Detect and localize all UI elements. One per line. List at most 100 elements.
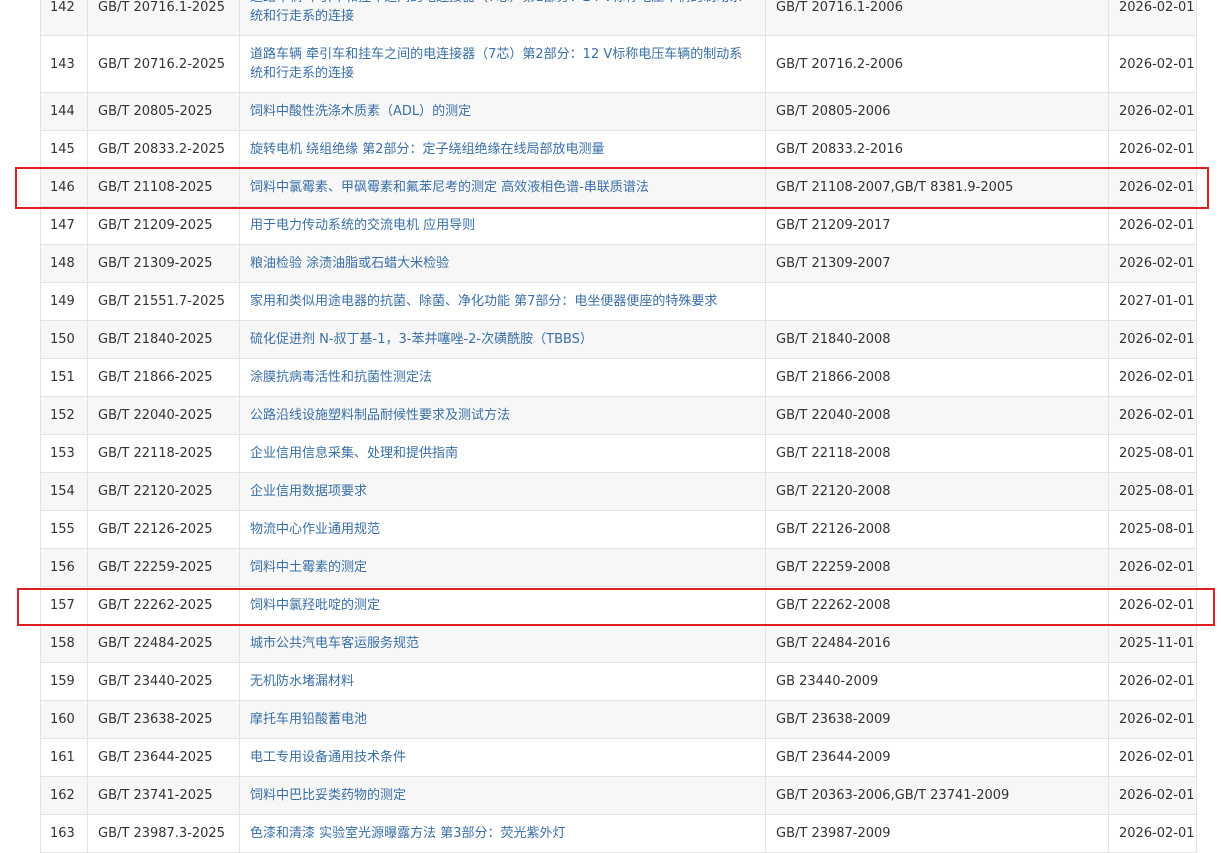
row-number-cell: 148 xyxy=(40,244,88,283)
table-row: 156 GB/T 22259-2025 饲料中土霉素的测定 GB/T 22259-20… xyxy=(40,548,1197,587)
row-number-cell: 145 xyxy=(40,130,88,169)
row-number-cell: 159 xyxy=(40,662,88,701)
row-number-cell: 156 xyxy=(40,548,88,587)
effective-date-cell: 2026-02-01 xyxy=(1108,662,1197,701)
standard-name-link[interactable]: 道路车辆 牵引车和挂车之间的电连接器（7芯）第2部分：12 V标称电压车辆的制动… xyxy=(239,35,766,93)
standard-code-cell: GB/T 21551.7-2025 xyxy=(87,282,240,321)
effective-date-cell: 2027-01-01 xyxy=(1108,282,1197,321)
standard-name-link[interactable]: 饲料中土霉素的测定 xyxy=(239,548,766,587)
standard-name-link[interactable]: 家用和类似用途电器的抗菌、除菌、净化功能 第7部分：电坐便器便座的特殊要求 xyxy=(239,282,766,321)
standard-code-cell: GB/T 20716.1-2025 xyxy=(87,0,240,36)
standard-name-link[interactable]: 公路沿线设施塑料制品耐候性要求及测试方法 xyxy=(239,396,766,435)
row-number-cell: 143 xyxy=(40,35,88,93)
table-row: 152 GB/T 22040-2025 公路沿线设施塑料制品耐候性要求及测试方法 GB… xyxy=(40,396,1197,435)
standard-code-cell: GB/T 20716.2-2025 xyxy=(87,35,240,93)
standard-name-link[interactable]: 涂膜抗病毒活性和抗菌性测定法 xyxy=(239,358,766,397)
replaced-standard-cell: GB/T 21108-2007,GB/T 8381.9-2005 xyxy=(765,168,1109,207)
standard-code-cell: GB/T 21209-2025 xyxy=(87,206,240,245)
replaced-standard-cell: GB 23440-2009 xyxy=(765,662,1109,701)
row-number-cell: 149 xyxy=(40,282,88,321)
standard-code-cell: GB/T 22126-2025 xyxy=(87,510,240,549)
effective-date-cell: 2026-02-01 xyxy=(1108,35,1197,93)
table-row: 150 GB/T 21840-2025 硫化促进剂 N-叔丁基-1，3-苯并噻唑-2… xyxy=(40,320,1197,359)
replaced-standard-cell: GB/T 23638-2009 xyxy=(765,700,1109,739)
standard-name-link[interactable]: 饲料中酸性洗涤木质素（ADL）的测定 xyxy=(239,92,766,131)
replaced-standard-cell: GB/T 22484-2016 xyxy=(765,624,1109,663)
effective-date-cell: 2026-02-01 xyxy=(1108,206,1197,245)
standard-code-cell: GB/T 22040-2025 xyxy=(87,396,240,435)
standard-name-link[interactable]: 粮油检验 涂渍油脂或石蜡大米检验 xyxy=(239,244,766,283)
row-number-cell: 144 xyxy=(40,92,88,131)
replaced-standard-cell: GB/T 22126-2008 xyxy=(765,510,1109,549)
effective-date-cell: 2026-02-01 xyxy=(1108,548,1197,587)
replaced-standard-cell: GB/T 22120-2008 xyxy=(765,472,1109,511)
table-row: 151 GB/T 21866-2025 涂膜抗病毒活性和抗菌性测定法 GB/T 218… xyxy=(40,358,1197,397)
replaced-standard-cell: GB/T 21840-2008 xyxy=(765,320,1109,359)
replaced-standard-cell: GB/T 20716.2-2006 xyxy=(765,35,1109,93)
standard-code-cell: GB/T 22484-2025 xyxy=(87,624,240,663)
standard-name-link[interactable]: 物流中心作业通用规范 xyxy=(239,510,766,549)
row-number-cell: 162 xyxy=(40,776,88,815)
replaced-standard-cell: GB/T 20363-2006,GB/T 23741-2009 xyxy=(765,776,1109,815)
standard-name-link[interactable]: 饲料中氯羟吡啶的测定 xyxy=(239,586,766,625)
effective-date-cell: 2025-08-01 xyxy=(1108,472,1197,511)
replaced-standard-cell xyxy=(765,282,1109,321)
standard-code-cell: GB/T 21840-2025 xyxy=(87,320,240,359)
standard-name-link[interactable]: 企业信用信息采集、处理和提供指南 xyxy=(239,434,766,473)
effective-date-cell: 2026-02-01 xyxy=(1108,244,1197,283)
standard-code-cell: GB/T 23440-2025 xyxy=(87,662,240,701)
standard-name-link[interactable]: 无机防水堵漏材料 xyxy=(239,662,766,701)
effective-date-cell: 2025-08-01 xyxy=(1108,434,1197,473)
replaced-standard-cell: GB/T 21209-2017 xyxy=(765,206,1109,245)
standard-code-cell: GB/T 20805-2025 xyxy=(87,92,240,131)
standard-name-link[interactable]: 饲料中巴比妥类药物的测定 xyxy=(239,776,766,815)
standards-table-body: 142GB/T 20716.1-2025道路车辆 牵引车和挂车之间的电连接器（7… xyxy=(40,0,1197,853)
standard-code-cell: GB/T 23638-2025 xyxy=(87,700,240,739)
replaced-standard-cell: GB/T 22259-2008 xyxy=(765,548,1109,587)
standard-name-link[interactable]: 摩托车用铅酸蓄电池 xyxy=(239,700,766,739)
replaced-standard-cell: GB/T 20805-2006 xyxy=(765,92,1109,131)
standard-name-link[interactable]: 企业信用数据项要求 xyxy=(239,472,766,511)
effective-date-cell: 2026-02-01 xyxy=(1108,130,1197,169)
replaced-standard-cell: GB/T 23987-2009 xyxy=(765,814,1109,853)
row-number-cell: 146 xyxy=(40,168,88,207)
row-number-cell: 152 xyxy=(40,396,88,435)
effective-date-cell: 2026-02-01 xyxy=(1108,700,1197,739)
table-row: 163 GB/T 23987.3-2025 色漆和清漆 实验室光源曝露方法 第3部分… xyxy=(40,814,1197,853)
standard-code-cell: GB/T 22118-2025 xyxy=(87,434,240,473)
table-row: 146 GB/T 21108-2025 饲料中氯霉素、甲砜霉素和氟苯尼考的测定 高效… xyxy=(40,168,1197,207)
table-row: 160 GB/T 23638-2025 摩托车用铅酸蓄电池 GB/T 23638-20… xyxy=(40,700,1197,739)
table-row: 149 GB/T 21551.7-2025 家用和类似用途电器的抗菌、除菌、净化功能… xyxy=(40,282,1197,321)
standard-name-link[interactable]: 用于电力传动系统的交流电机 应用导则 xyxy=(239,206,766,245)
row-number-cell: 151 xyxy=(40,358,88,397)
effective-date-cell: 2026-02-01 xyxy=(1108,738,1197,777)
effective-date-cell: 2026-02-01 xyxy=(1108,396,1197,435)
standard-name-link[interactable]: 电工专用设备通用技术条件 xyxy=(239,738,766,777)
row-number-cell: 158 xyxy=(40,624,88,663)
replaced-standard-cell: GB/T 21309-2007 xyxy=(765,244,1109,283)
replaced-standard-cell: GB/T 22262-2008 xyxy=(765,586,1109,625)
standard-name-link[interactable]: 色漆和清漆 实验室光源曝露方法 第3部分：荧光紫外灯 xyxy=(239,814,766,853)
effective-date-cell: 2025-11-01 xyxy=(1108,624,1197,663)
table-row: 144 GB/T 20805-2025 饲料中酸性洗涤木质素（ADL）的测定 GB/T… xyxy=(40,92,1197,131)
row-number-cell: 142 xyxy=(40,0,88,36)
table-row: 145 GB/T 20833.2-2025 旋转电机 绕组绝缘 第2部分：定子绕组绝… xyxy=(40,130,1197,169)
standard-code-cell: GB/T 23644-2025 xyxy=(87,738,240,777)
effective-date-cell: 2026-02-01 xyxy=(1108,776,1197,815)
table-row: 157 GB/T 22262-2025 饲料中氯羟吡啶的测定 GB/T 22262-2… xyxy=(40,586,1197,625)
standard-name-link[interactable]: 饲料中氯霉素、甲砜霉素和氟苯尼考的测定 高效液相色谱-串联质谱法 xyxy=(239,168,766,207)
replaced-standard-cell: GB/T 22118-2008 xyxy=(765,434,1109,473)
effective-date-cell: 2026-02-01 xyxy=(1108,168,1197,207)
standards-table: 142GB/T 20716.1-2025道路车辆 牵引车和挂车之间的电连接器（7… xyxy=(40,0,1197,853)
standard-name-link[interactable]: 硫化促进剂 N-叔丁基-1，3-苯并噻唑-2-次磺酰胺（TBBS） xyxy=(239,320,766,359)
standard-code-cell: GB/T 21108-2025 xyxy=(87,168,240,207)
standard-name-link[interactable]: 城市公共汽电车客运服务规范 xyxy=(239,624,766,663)
replaced-standard-cell: GB/T 22040-2008 xyxy=(765,396,1109,435)
effective-date-cell: 2026-02-01 xyxy=(1108,0,1197,36)
row-number-cell: 147 xyxy=(40,206,88,245)
row-number-cell: 150 xyxy=(40,320,88,359)
standard-code-cell: GB/T 23987.3-2025 xyxy=(87,814,240,853)
standard-name-link[interactable]: 旋转电机 绕组绝缘 第2部分：定子绕组绝缘在线局部放电测量 xyxy=(239,130,766,169)
standard-name-link[interactable]: 道路车辆 牵引车和挂车之间的电连接器（7芯）第1部分：24 V标称电压车辆的制动… xyxy=(239,0,766,36)
standard-code-cell: GB/T 22120-2025 xyxy=(87,472,240,511)
